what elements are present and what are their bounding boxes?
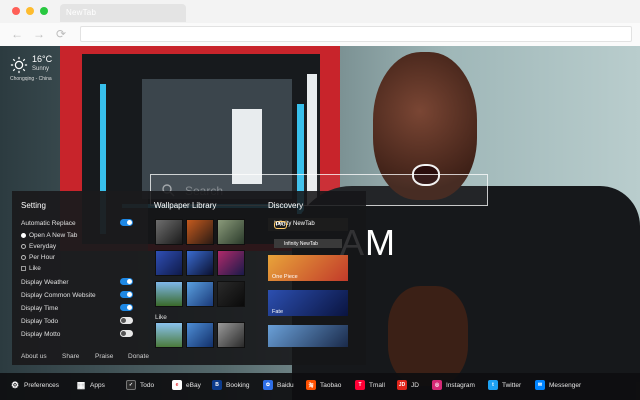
share-link[interactable]: Share [62, 353, 79, 360]
replace-option-open-new-tab[interactable]: Open A New Tab [21, 232, 77, 239]
replace-option-everyday[interactable]: Everyday [21, 243, 56, 250]
display-common-website-label: Display Common Website [21, 292, 96, 299]
discovery-infinity-card[interactable]: Infinity NewTab Pro [268, 218, 348, 231]
discovery-card-one-piece[interactable]: One Piece [268, 255, 348, 281]
browser-tab[interactable]: NewTab [60, 4, 186, 22]
dock-item-tmall[interactable]: T Tmall [355, 379, 385, 391]
dock-item-baidu[interactable]: ✿ Baidu [263, 379, 294, 391]
liked-wallpaper-thumbnail[interactable] [155, 322, 183, 348]
bottom-dock: ⚙ Preferences ▦ Apps ✓ Todo e eBay B Boo… [0, 373, 640, 400]
display-todo-label: Display Todo [21, 318, 59, 325]
booking-icon: B [212, 380, 222, 390]
about-us-link[interactable]: About us [21, 353, 47, 360]
wallpaper-thumbnail[interactable] [217, 219, 245, 245]
dock-item-instagram[interactable]: ◎ Instagram [432, 379, 475, 391]
baidu-icon: ✿ [263, 380, 273, 390]
replace-option-per-hour[interactable]: Per Hour [21, 254, 55, 261]
pro-badge: Pro [274, 221, 288, 229]
donate-link[interactable]: Donate [128, 353, 149, 360]
apps-icon: ▦ [76, 379, 86, 390]
radio-icon [21, 255, 26, 260]
weather-condition: Sunny [32, 66, 50, 72]
wallpaper-thumbnail[interactable] [155, 281, 183, 307]
auto-replace-toggle[interactable] [120, 219, 133, 226]
praise-link[interactable]: Praise [95, 353, 113, 360]
setting-column: Setting Automatic Replace Open A New Tab… [12, 191, 149, 365]
wallpaper-thumbnail[interactable] [217, 250, 245, 276]
discovery-search-bar[interactable]: Infinity NewTab [274, 239, 342, 248]
dock-item-apps[interactable]: ▦ Apps [76, 379, 105, 391]
back-arrow-icon[interactable]: ← [10, 27, 24, 41]
display-weather-label: Display Weather [21, 279, 69, 286]
display-time-toggle[interactable] [120, 304, 133, 311]
browser-chrome: NewTab ← → ⟳ [0, 0, 640, 46]
like-section-label: Like [155, 314, 167, 321]
display-todo-toggle[interactable] [120, 317, 133, 324]
ebay-icon: e [172, 380, 182, 390]
dock-item-twitter[interactable]: t Twitter [488, 379, 521, 391]
gear-icon: ⚙ [10, 379, 20, 390]
reload-icon[interactable]: ⟳ [54, 27, 68, 41]
todo-icon: ✓ [126, 380, 136, 390]
radio-icon [21, 233, 26, 238]
auto-replace-label: Automatic Replace [21, 220, 76, 227]
tmall-icon: T [355, 380, 365, 390]
dock-item-taobao[interactable]: 淘 Taobao [306, 379, 341, 391]
setting-title: Setting [21, 201, 46, 210]
wallpaper-thumbnail[interactable] [186, 219, 214, 245]
display-common-website-toggle[interactable] [120, 291, 133, 298]
wallpaper-thumbnail[interactable] [155, 219, 183, 245]
liked-wallpaper-thumbnail[interactable] [186, 322, 214, 348]
sun-icon [10, 56, 28, 74]
dock-item-preferences[interactable]: ⚙ Preferences [10, 379, 59, 391]
discovery-title: Discovery [268, 201, 304, 210]
weather-temperature: 16°C [32, 54, 53, 64]
display-weather-toggle[interactable] [120, 278, 133, 285]
weather-widget[interactable]: 16°C Sunny Chongqing - China [10, 54, 90, 86]
settings-panel: Setting Automatic Replace Open A New Tab… [12, 191, 366, 365]
maximize-window-button[interactable] [40, 7, 48, 15]
replace-option-like[interactable]: Like [21, 265, 41, 272]
discovery-card[interactable] [268, 325, 348, 347]
taobao-icon: 淘 [306, 380, 316, 390]
dock-item-messenger[interactable]: ✉ Messenger [535, 379, 581, 391]
wallpaper-thumbnail[interactable] [186, 250, 214, 276]
close-window-button[interactable] [12, 7, 20, 15]
wallpaper-thumbnail[interactable] [217, 281, 245, 307]
wallpaper-thumbnail[interactable] [186, 281, 214, 307]
instagram-icon: ◎ [432, 380, 442, 390]
display-motto-toggle[interactable] [120, 330, 133, 337]
messenger-icon: ✉ [535, 380, 545, 390]
display-motto-label: Display Motto [21, 331, 61, 338]
jd-icon: JD [397, 380, 407, 390]
display-time-label: Display Time [21, 305, 59, 312]
minimize-window-button[interactable] [26, 7, 34, 15]
nav-row: ← → ⟳ [0, 23, 640, 46]
window-controls [12, 7, 48, 15]
tab-title: NewTab [66, 8, 97, 17]
dock-item-jd[interactable]: JD JD [397, 379, 419, 391]
liked-wallpaper-thumbnail[interactable] [217, 322, 245, 348]
dock-item-booking[interactable]: B Booking [212, 379, 250, 391]
dock-item-ebay[interactable]: e eBay [172, 379, 201, 391]
weather-location: Chongqing - China [10, 76, 52, 82]
dock-item-todo[interactable]: ✓ Todo [126, 379, 154, 391]
wallpaper-library-title: Wallpaper Library [154, 201, 217, 210]
radio-icon [21, 244, 26, 249]
checkbox-icon [21, 266, 26, 271]
twitter-icon: t [488, 380, 498, 390]
discovery-card-fate[interactable]: Fate [268, 290, 348, 316]
address-bar[interactable] [80, 26, 632, 42]
forward-arrow-icon[interactable]: → [32, 27, 46, 41]
wallpaper-thumbnail[interactable] [155, 250, 183, 276]
